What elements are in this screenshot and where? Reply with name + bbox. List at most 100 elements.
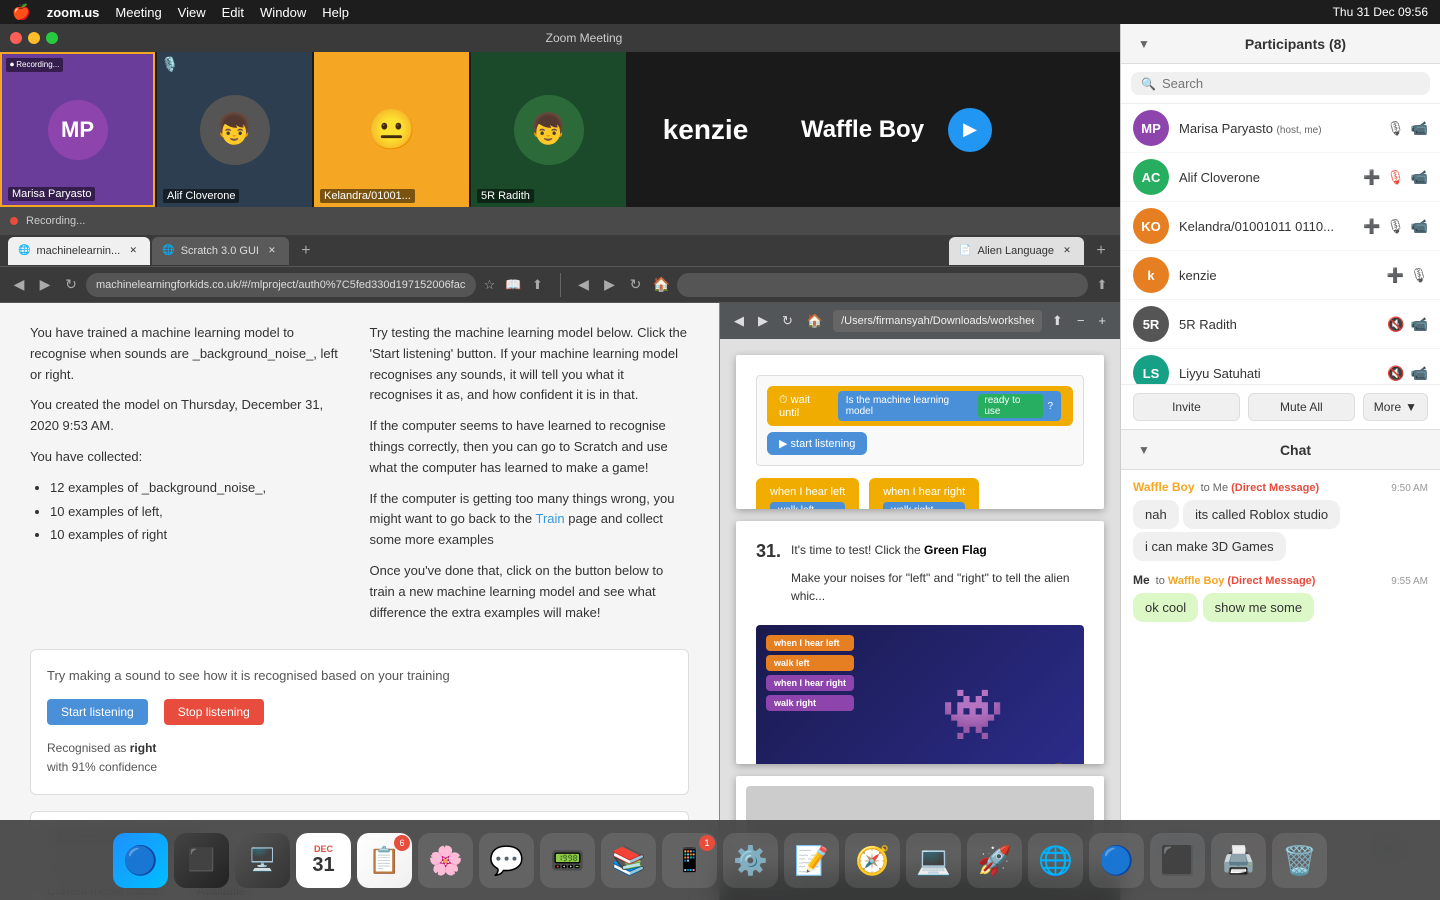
dock-sysprefs[interactable]: ⚙️ [723, 833, 778, 888]
maximize-button[interactable] [46, 32, 58, 44]
video-next-button[interactable]: ▶ [948, 108, 992, 152]
video-thumb-kelandra[interactable]: 😐 Kelandra/01001... [314, 52, 469, 207]
tab-pdf[interactable]: 📄 Alien Language ✕ [949, 237, 1084, 265]
menu-help[interactable]: Help [322, 5, 349, 20]
forward-button-right[interactable]: ▶ [599, 274, 621, 296]
when-hear-right-block: when I hear right walk right [869, 478, 979, 509]
game-character: 🧑 [1039, 762, 1074, 764]
confidence-text: with 91% confidence [47, 760, 157, 774]
dock-photos[interactable]: 🌸 [418, 833, 473, 888]
apple-menu[interactable]: 🍎 [12, 3, 31, 21]
mute-all-button[interactable]: Mute All [1248, 393, 1355, 421]
forward-button-left[interactable]: ▶ [34, 274, 56, 296]
tab-pdf-close[interactable]: ✕ [1060, 244, 1074, 258]
stop-listening-button[interactable]: Stop listening [164, 699, 264, 725]
dock-zoom[interactable]: 🔵 [1089, 833, 1144, 888]
search-input[interactable] [1162, 76, 1420, 91]
minimize-button[interactable] [28, 32, 40, 44]
refresh-button-right[interactable]: ↻ [625, 274, 647, 296]
address-input-left[interactable] [86, 273, 476, 297]
share-icon-left[interactable]: ⬆ [528, 275, 548, 295]
reader-icon[interactable]: 📖 [504, 275, 524, 295]
pdf-zoom-in[interactable]: + [1094, 311, 1110, 331]
pdf-address-input[interactable] [833, 310, 1042, 332]
address-input-right[interactable] [677, 273, 1089, 297]
pdf-new-tab-button[interactable]: + [1090, 240, 1112, 262]
recognised-text: Recognised as right with 91% confidence [47, 739, 672, 777]
close-button[interactable] [10, 32, 22, 44]
dock-trash[interactable]: 🗑️ [1272, 833, 1327, 888]
ml-intro-3: You have collected: [30, 447, 350, 468]
game-blocks-overlay: when I hear left walk left when I hear r… [766, 635, 854, 711]
is-model-block: Is the machine learning model ready to u… [838, 391, 1061, 421]
right-panel: ▼ Participants (8) 🔍 MP Marisa Paryasto … [1120, 24, 1440, 900]
dock-notes[interactable]: 📝 [784, 833, 839, 888]
video-thumb-waffle[interactable]: Waffle Boy [785, 52, 940, 207]
video-thumb-radith[interactable]: 👦 5R Radith [471, 52, 626, 207]
pdf-share-btn[interactable]: ⬆ [1048, 311, 1067, 331]
dock-messages[interactable]: 💬 [479, 833, 534, 888]
chat-title: Chat [1163, 442, 1428, 458]
back-button-right[interactable]: ◀ [573, 274, 595, 296]
participants-search-box: 🔍 [1121, 64, 1440, 104]
train-link[interactable]: Train [535, 511, 564, 526]
tab-scratch-close[interactable]: ✕ [265, 244, 279, 258]
dock-ibooks[interactable]: 📚 [601, 833, 656, 888]
dock-sourcetree[interactable]: ⬛ [1150, 833, 1205, 888]
back-button-left[interactable]: ◀ [8, 274, 30, 296]
dock-contacts[interactable]: 📟 [540, 833, 595, 888]
tab-ml-kids[interactable]: 🌐 machinelearnin... ✕ [8, 237, 150, 265]
ml-item-3: 10 examples of right [50, 525, 350, 546]
pdf-zoom-out[interactable]: − [1073, 311, 1089, 331]
pdf-fwd-btn[interactable]: ▶ [754, 311, 772, 331]
dock-launchpad[interactable]: ⬛ [174, 833, 229, 888]
ml-content: You have trained a machine learning mode… [0, 303, 719, 900]
tab-ml-close[interactable]: ✕ [126, 244, 140, 258]
pdf-home-btn[interactable]: 🏠 [803, 311, 827, 331]
bookmark-icon[interactable]: ☆ [480, 275, 500, 295]
more-button[interactable]: More ▼ [1363, 393, 1428, 421]
video-thumb-marisa[interactable]: MP Marisa Paryasto ⏺ Recording... [0, 52, 155, 207]
menu-time: Thu 31 Dec 09:56 [1333, 5, 1428, 19]
dock-terminal[interactable]: 💻 [906, 833, 961, 888]
start-listening-button[interactable]: Start listening [47, 699, 148, 725]
dock-safari[interactable]: 🧭 [845, 833, 900, 888]
pdf-toolbar-right: ⬆ − + [1048, 311, 1110, 331]
dock-printer[interactable]: 🖨️ [1211, 833, 1266, 888]
participants-collapse-btn[interactable]: ▼ [1133, 33, 1155, 55]
participant-row-kenzie: k kenzie ➕ 🎙 [1121, 251, 1440, 300]
video-thumb-alif[interactable]: 👦 🎙️ Alif Cloverone [157, 52, 312, 207]
chat-bubble-roblox: its called Roblox studio [1183, 500, 1340, 529]
title-bar: Zoom Meeting [0, 24, 1120, 52]
dock-chrome[interactable]: 🌐 [1028, 833, 1083, 888]
menu-edit[interactable]: Edit [222, 5, 244, 20]
new-tab-button[interactable]: + [295, 240, 317, 262]
pdf-refresh-btn[interactable]: ↻ [778, 311, 797, 331]
home-button-right[interactable]: 🏠 [651, 274, 673, 296]
pdf-back-btn[interactable]: ◀ [730, 311, 748, 331]
dock-reminders[interactable]: 📋 6 [357, 833, 412, 888]
address-bar-divider [560, 273, 561, 297]
dock-finder[interactable]: 🔵 [113, 833, 168, 888]
menu-meeting[interactable]: Meeting [115, 5, 161, 20]
dock-appstore-badge: 1 [699, 835, 715, 851]
recording-controls: Recording... [10, 215, 85, 227]
invite-button[interactable]: Invite [1133, 393, 1240, 421]
chat-bubble-show-me: show me some [1203, 593, 1314, 622]
refresh-button-left[interactable]: ↻ [60, 274, 82, 296]
me-time: 9:55 AM [1391, 576, 1428, 587]
avatar-kelandra: KO [1133, 208, 1169, 244]
video-thumb-kenzie[interactable]: kenzie [628, 52, 783, 207]
tab-scratch[interactable]: 🌐 Scratch 3.0 GUI ✕ [152, 237, 289, 265]
share-icon-right[interactable]: ⬆ [1092, 275, 1112, 295]
dock-appstore[interactable]: 📱 1 [662, 833, 717, 888]
dock-sketch[interactable]: 🚀 [967, 833, 1022, 888]
menu-view[interactable]: View [178, 5, 206, 20]
chat-collapse-btn[interactable]: ▼ [1133, 439, 1155, 461]
dock-calendar[interactable]: DEC 31 [296, 833, 351, 888]
mic-icon-kelandra: 🎙 [1387, 218, 1405, 235]
plus-icon-kelandra: ➕ [1363, 218, 1380, 235]
menu-window[interactable]: Window [260, 5, 306, 20]
avatar-liyyu: LS [1133, 355, 1169, 384]
dock-preview[interactable]: 🖥️ [235, 833, 290, 888]
